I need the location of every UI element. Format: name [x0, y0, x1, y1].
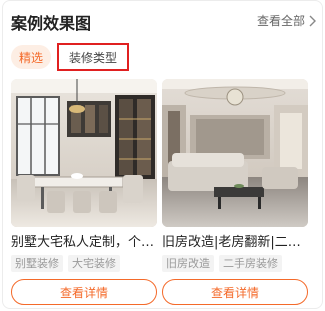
view-details-button[interactable]: 查看详情 [162, 279, 308, 305]
view-all-link[interactable]: 查看全部 [257, 12, 316, 29]
case-tags: 别墅装修 大宅装修 [11, 255, 157, 273]
filter-tabs: 精选 装修类型 [11, 43, 316, 71]
case-tags: 旧房改造 二手房装修 [162, 255, 308, 273]
case-tag: 大宅装修 [68, 255, 120, 272]
case-tag: 二手房装修 [219, 255, 282, 272]
section-title: 案例效果图 [11, 14, 92, 33]
tab-featured[interactable]: 精选 [11, 45, 51, 69]
case-item[interactable]: 旧房改造|老房翻新|二手房装修 旧房改造 二手房装修 查看详情 [162, 79, 308, 305]
case-image-villa[interactable] [11, 79, 157, 227]
case-tag: 别墅装修 [11, 255, 63, 272]
case-gallery-card: 案例效果图 查看全部 精选 装修类型 别墅大宅私人定制，个性 别墅装修 大宅装修… [2, 0, 323, 309]
case-title[interactable]: 别墅大宅私人定制，个性化装修 [11, 234, 157, 252]
tab-decoration-type[interactable]: 装修类型 [57, 43, 129, 71]
case-title[interactable]: 旧房改造|老房翻新|二手房装修 [162, 234, 308, 252]
case-item[interactable]: 别墅大宅私人定制，个性化装修 别墅装修 大宅装修 查看详情 [11, 79, 157, 305]
chevron-right-icon [309, 15, 316, 26]
view-details-button[interactable]: 查看详情 [11, 279, 157, 305]
tab-decoration-type-label: 装修类型 [68, 50, 117, 65]
section-header: 案例效果图 查看全部 [11, 10, 316, 33]
view-all-label: 查看全部 [256, 14, 305, 28]
case-image-renovation[interactable] [162, 79, 308, 227]
case-tag: 旧房改造 [162, 255, 214, 272]
